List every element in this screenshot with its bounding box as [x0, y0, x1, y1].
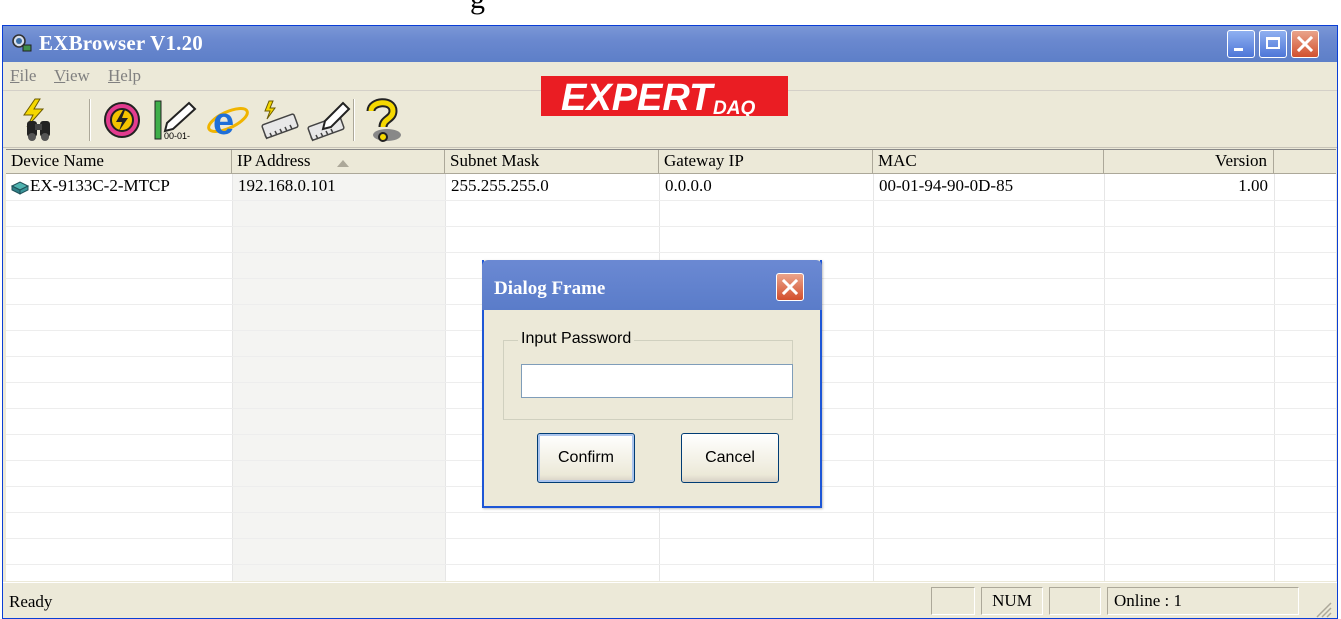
- sort-ascending-icon: [337, 160, 349, 167]
- confirm-button[interactable]: Confirm: [537, 433, 635, 483]
- close-icon[interactable]: [1291, 30, 1319, 58]
- minimize-icon[interactable]: [1227, 30, 1255, 58]
- cell-subnet-mask: 255.255.255.0: [451, 176, 549, 195]
- app-icon: [12, 34, 32, 52]
- header-ip-address-label: IP Address: [237, 151, 311, 170]
- expertdaq-logo: EXPERT DAQ: [541, 76, 788, 116]
- help-icon[interactable]: [363, 97, 403, 143]
- status-bar: Ready NUM Online : 1: [3, 582, 1337, 619]
- svg-text:e: e: [213, 101, 234, 143]
- cell-mac: 00-01-94-90-0D-85: [879, 176, 1014, 195]
- header-subnet-mask[interactable]: Subnet Mask: [445, 150, 659, 174]
- grid-line: [232, 174, 233, 581]
- password-input[interactable]: [521, 364, 793, 398]
- header-ip-address[interactable]: IP Address: [232, 150, 445, 174]
- grid-line: [6, 564, 1336, 565]
- device-icon: [10, 181, 30, 195]
- cell-device-name: EX-9133C-2-MTCP: [30, 176, 170, 195]
- maximize-icon[interactable]: [1259, 30, 1287, 58]
- status-panel-online: Online : 1: [1107, 587, 1299, 615]
- dialog-title: Dialog Frame: [494, 278, 606, 299]
- menu-view[interactable]: View: [54, 66, 90, 86]
- grid-line: [6, 512, 1336, 513]
- cancel-button[interactable]: Cancel: [681, 433, 779, 483]
- reset-icon[interactable]: [99, 97, 145, 143]
- grid-line: [445, 174, 446, 581]
- header-empty: [1274, 150, 1336, 174]
- status-panel-scroll: [1049, 587, 1101, 615]
- cell-gateway-ip: 0.0.0.0: [665, 176, 712, 195]
- header-mac[interactable]: MAC: [873, 150, 1104, 174]
- title-bar[interactable]: EXBrowser V1.20: [3, 26, 1337, 62]
- status-text: Ready: [9, 592, 53, 611]
- search-devices-icon[interactable]: [15, 97, 61, 143]
- logo-subtext: DAQ: [713, 98, 755, 116]
- toolbar-separator: [89, 99, 91, 141]
- grid-line: [6, 252, 1336, 253]
- grid-line: [873, 174, 874, 581]
- cell-ip-address: 192.168.0.101: [238, 176, 336, 195]
- header-gateway-ip[interactable]: Gateway IP: [659, 150, 873, 174]
- firmware-update-icon[interactable]: [255, 97, 301, 143]
- svg-text:00-01-: 00-01-: [164, 131, 190, 141]
- password-group-label: Input Password: [518, 330, 635, 348]
- logo-text: EXPERT: [561, 77, 715, 116]
- caption-text: g: [470, 0, 485, 16]
- menu-help[interactable]: Help: [108, 66, 141, 86]
- status-panel-num: NUM: [981, 587, 1043, 615]
- header-device-name[interactable]: Device Name: [6, 150, 232, 174]
- set-address-icon[interactable]: 00-01-: [153, 97, 199, 143]
- cell-version: 1.00: [1238, 176, 1268, 195]
- dialog-title-bar[interactable]: Dialog Frame: [482, 260, 822, 310]
- window-title: EXBrowser V1.20: [39, 31, 204, 55]
- grid-line: [1104, 174, 1105, 581]
- dialog-close-icon[interactable]: [776, 273, 804, 301]
- menu-file[interactable]: File: [10, 66, 36, 86]
- web-browser-icon[interactable]: e: [205, 97, 251, 143]
- configure-icon[interactable]: [305, 97, 351, 143]
- sorted-column-shade: [232, 174, 445, 581]
- resize-grip-icon[interactable]: [1313, 599, 1333, 619]
- grid-line: [6, 226, 1336, 227]
- page-caption: g: [0, 0, 1341, 25]
- header-version[interactable]: Version: [1104, 150, 1274, 174]
- password-dialog: Dialog Frame Input Password Confirm Canc…: [482, 260, 822, 508]
- grid-line: [6, 538, 1336, 539]
- toolbar-separator: [353, 99, 355, 141]
- grid-line: [1274, 174, 1275, 581]
- status-panel-caps: [931, 587, 975, 615]
- grid-line: [6, 200, 1336, 201]
